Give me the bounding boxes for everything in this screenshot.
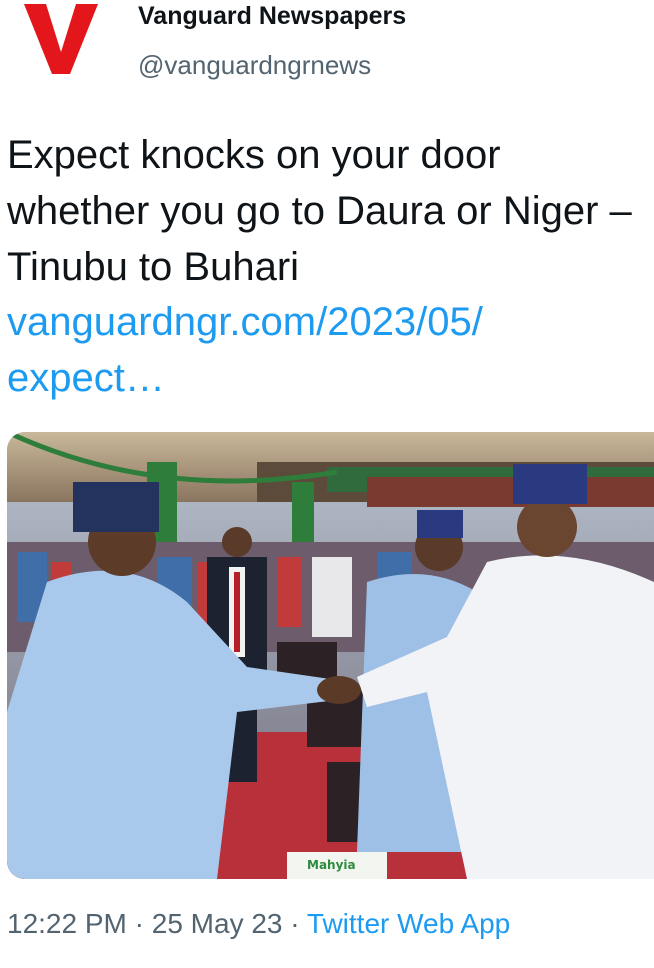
tweet-meta: 12:22 PM · 25 May 23 · Twitter Web App	[7, 908, 510, 940]
meta-separator: ·	[282, 908, 307, 939]
vanguard-logo-icon[interactable]	[22, 0, 100, 78]
meta-separator: ·	[126, 908, 152, 939]
tweet-time[interactable]: 12:22 PM	[7, 908, 127, 939]
account-name[interactable]: Vanguard Newspapers	[138, 2, 406, 31]
tweet-text: Expect knocks on your door whether you g…	[7, 133, 632, 289]
tweet-photo[interactable]: Mahyia	[7, 432, 654, 879]
tweet-header: Vanguard Newspapers @vanguardngrnews	[0, 0, 654, 100]
article-link[interactable]: vanguardngr.com/2023/05/ expect…	[7, 294, 607, 406]
photo-illustration: Mahyia	[7, 432, 654, 879]
account-handle[interactable]: @vanguardngrnews	[138, 50, 371, 81]
brochure-text: Mahyia	[307, 858, 356, 872]
source-app-link[interactable]: Twitter Web App	[307, 908, 510, 939]
tweet-date[interactable]: 25 May 23	[152, 908, 283, 939]
